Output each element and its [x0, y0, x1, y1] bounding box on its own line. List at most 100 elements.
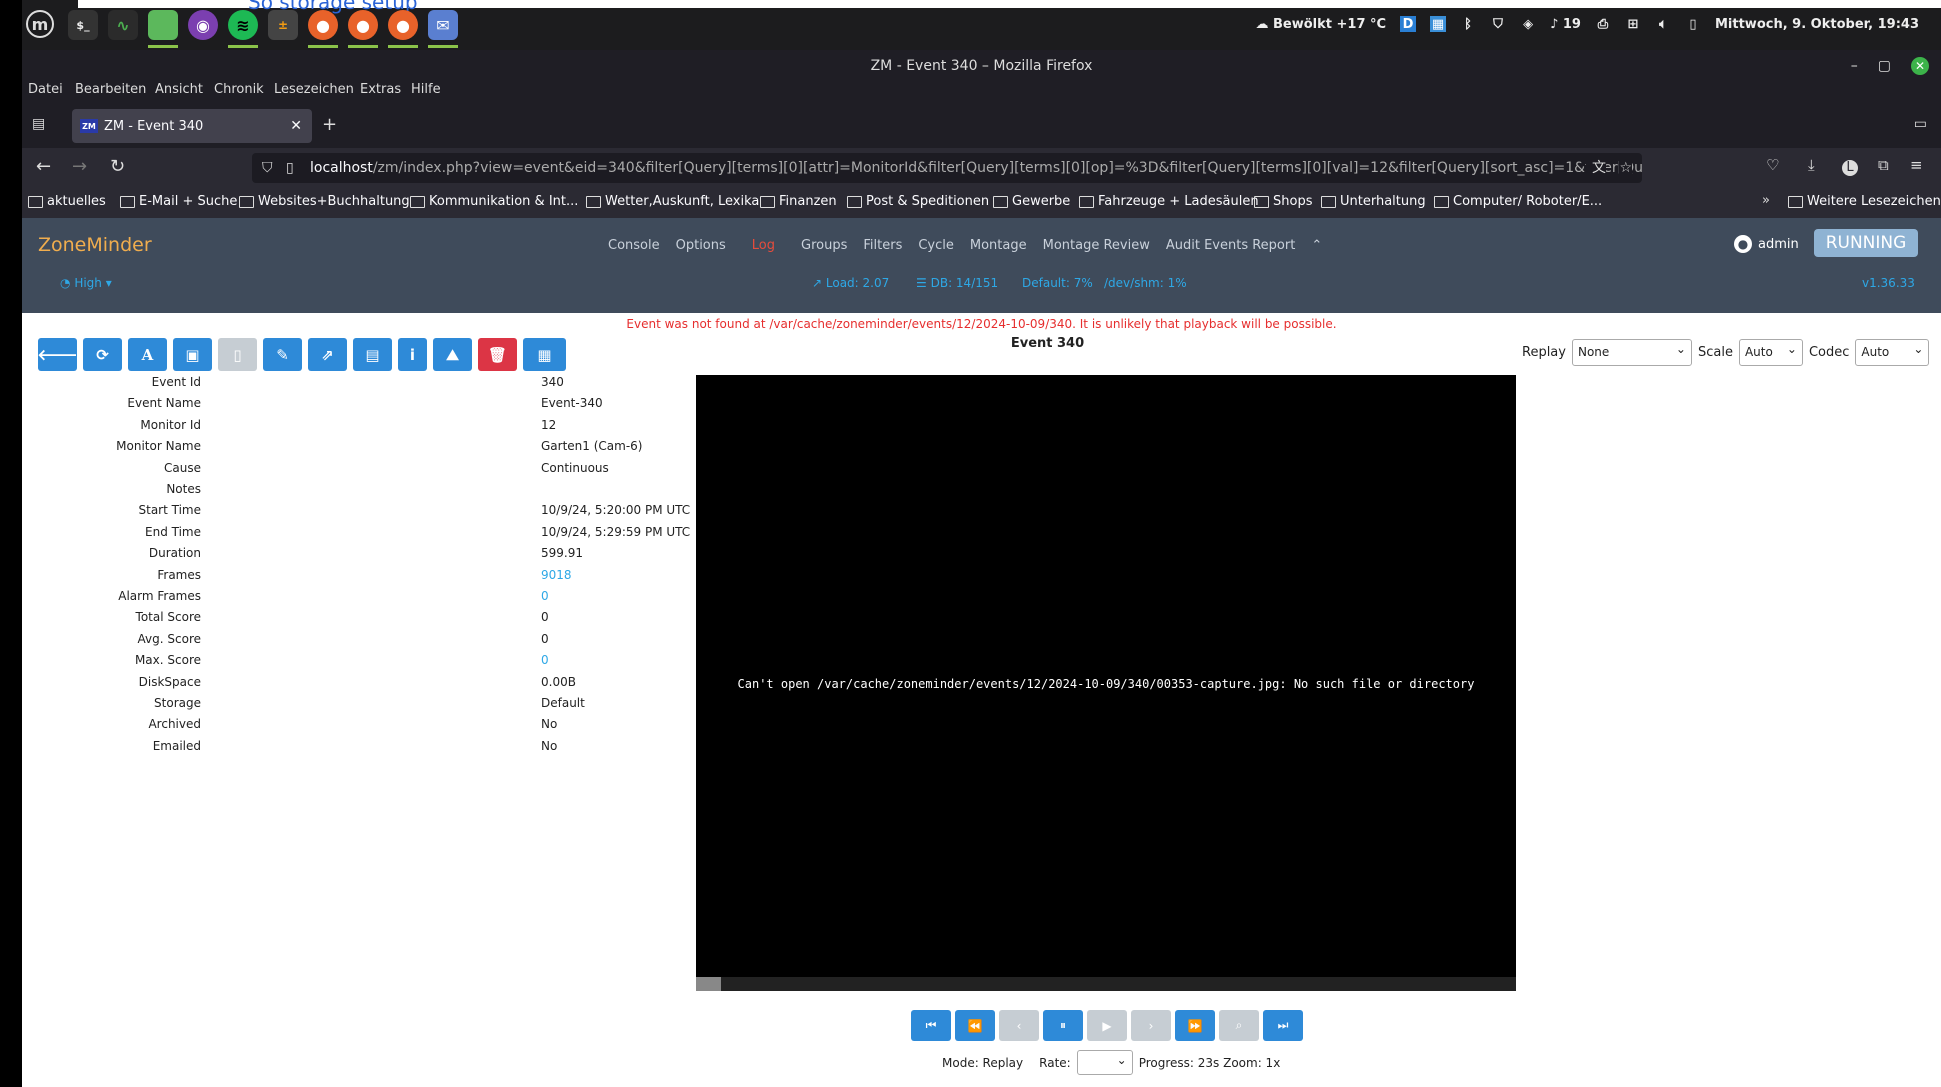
- archive-button[interactable]: ▣: [173, 338, 212, 371]
- bookmark-folder[interactable]: Wetter,Auskunft, Lexika: [586, 194, 759, 209]
- play-button[interactable]: ▶: [1087, 1010, 1127, 1041]
- nav-groups[interactable]: Groups: [801, 238, 847, 253]
- forward-icon[interactable]: →: [72, 156, 87, 177]
- shield-icon[interactable]: ⛉: [1490, 16, 1506, 32]
- menu-datei[interactable]: Datei: [28, 82, 63, 97]
- detail-value[interactable]: 9018: [541, 568, 572, 582]
- menu-ansicht[interactable]: Ansicht: [155, 82, 203, 97]
- mint-menu-icon[interactable]: m: [26, 10, 54, 38]
- bookmark-folder[interactable]: Computer/ Roboter/E...: [1434, 194, 1602, 209]
- frames-button[interactable]: ⛰: [433, 338, 472, 371]
- menu-chronik[interactable]: Chronik: [214, 82, 264, 97]
- bookmark-folder[interactable]: aktuelles: [28, 194, 106, 209]
- refresh-button[interactable]: ⟳: [83, 338, 122, 371]
- bookmark-folder[interactable]: Shops: [1254, 194, 1312, 209]
- nav-audit-events-report[interactable]: Audit Events Report: [1166, 238, 1295, 253]
- zoom-out-button[interactable]: ⌕: [1219, 1010, 1259, 1041]
- minimize-icon[interactable]: –: [1851, 54, 1858, 78]
- firefox-icon[interactable]: ●: [308, 10, 338, 48]
- extensions-icon[interactable]: ⧉: [1878, 156, 1889, 174]
- nav-cycle[interactable]: Cycle: [918, 238, 954, 253]
- edit-button[interactable]: ✎: [263, 338, 302, 371]
- info-button[interactable]: i: [398, 338, 427, 371]
- weather-widget[interactable]: ☁ Bewölkt +17 °C: [1255, 17, 1386, 32]
- download-icon[interactable]: ⤓: [1808, 156, 1815, 174]
- codec-select[interactable]: Auto: [1855, 337, 1930, 366]
- pocket-icon[interactable]: ♡: [1766, 156, 1779, 174]
- default-storage-status[interactable]: Default: 7%: [1022, 276, 1093, 290]
- bookmark-folder[interactable]: Websites+Buchhaltung: [239, 194, 410, 209]
- close-tab-icon[interactable]: ✕: [290, 118, 302, 134]
- nav-montage-review[interactable]: Montage Review: [1043, 238, 1150, 253]
- video-player[interactable]: Can't open /var/cache/zoneminder/events/…: [696, 375, 1516, 991]
- rename-button[interactable]: A: [128, 338, 167, 371]
- bookmark-folder[interactable]: E-Mail + Suche: [120, 194, 237, 209]
- replay-select[interactable]: None: [1571, 337, 1692, 366]
- collapse-chevron-up-icon[interactable]: ⌃: [1311, 238, 1322, 253]
- bookmark-folder-more[interactable]: Weitere Lesezeichen: [1788, 194, 1941, 209]
- user-menu[interactable]: ● admin: [1734, 235, 1799, 253]
- scale-select[interactable]: Auto: [1738, 337, 1803, 366]
- calculator-icon[interactable]: ±: [268, 10, 298, 40]
- nav-montage[interactable]: Montage: [970, 238, 1027, 253]
- bluetooth-icon[interactable]: ᛒ: [1460, 16, 1476, 32]
- app-tray-icon[interactable]: ▦: [1430, 16, 1447, 32]
- docs-icon[interactable]: D: [1400, 16, 1417, 32]
- nav-console[interactable]: Console: [608, 238, 660, 253]
- reload-icon[interactable]: ↻: [110, 156, 125, 177]
- unarchive-button[interactable]: ▯: [218, 338, 257, 371]
- hamburger-menu-icon[interactable]: ≡: [1910, 156, 1923, 174]
- notifications[interactable]: ♪ 19: [1550, 17, 1581, 32]
- tab-overview-icon[interactable]: ▤: [32, 116, 45, 132]
- export-button[interactable]: ⇗: [308, 338, 347, 371]
- nvidia-icon[interactable]: ◈: [1520, 16, 1536, 32]
- nav-options[interactable]: Options: [676, 238, 726, 253]
- bookmark-folder[interactable]: Post & Speditionen: [847, 194, 989, 209]
- clock[interactable]: Mittwoch, 9. Oktober, 19:43: [1715, 17, 1919, 32]
- firefox-icon[interactable]: ●: [388, 10, 418, 48]
- bookmark-star-icon[interactable]: ☆: [1619, 153, 1632, 183]
- clipboard-icon[interactable]: ▯: [1685, 16, 1701, 32]
- video-progress-bar[interactable]: [696, 977, 1516, 991]
- shield-icon[interactable]: ⛉: [262, 153, 273, 183]
- detail-value[interactable]: 0: [541, 653, 549, 667]
- close-icon[interactable]: ✕: [1911, 57, 1929, 75]
- spotify-icon[interactable]: ≋: [228, 10, 258, 48]
- back-icon[interactable]: ←: [36, 156, 51, 177]
- step-forward-button[interactable]: ›: [1131, 1010, 1171, 1041]
- bookmark-folder[interactable]: Finanzen: [760, 194, 837, 209]
- network-icon[interactable]: ⊞: [1625, 16, 1641, 32]
- maximize-icon[interactable]: ▢: [1878, 54, 1891, 78]
- step-back-button[interactable]: ‹: [999, 1010, 1039, 1041]
- delete-button[interactable]: 🗑︎: [478, 338, 517, 371]
- page-icon[interactable]: ▯: [286, 153, 294, 183]
- account-icon[interactable]: L: [1842, 160, 1858, 176]
- download-button[interactable]: ▤: [353, 338, 392, 371]
- system-monitor-icon[interactable]: ∿: [108, 10, 138, 40]
- next-event-button[interactable]: ⏭: [1263, 1010, 1303, 1041]
- new-tab-icon[interactable]: +: [322, 114, 337, 135]
- shm-status[interactable]: /dev/shm: 1%: [1104, 276, 1187, 290]
- podcast-icon[interactable]: ◉: [188, 10, 218, 40]
- nav-filters[interactable]: Filters: [863, 238, 902, 253]
- terminal-icon[interactable]: $_: [68, 10, 98, 40]
- bandwidth-dropdown[interactable]: ◔ High ▾: [60, 276, 112, 290]
- zm-brand-link[interactable]: ZoneMinder: [38, 234, 152, 256]
- detail-value[interactable]: 0: [541, 589, 549, 603]
- url-bar[interactable]: ⛉ ▯ localhost/zm/index.php?view=event&ei…: [252, 153, 1642, 183]
- files-icon[interactable]: [148, 10, 178, 48]
- bookmark-folder[interactable]: Unterhaltung: [1321, 194, 1426, 209]
- list-tabs-icon[interactable]: ▭: [1914, 116, 1927, 132]
- montage-button[interactable]: ▦: [523, 338, 566, 371]
- volume-icon[interactable]: 🔈︎: [1655, 16, 1671, 32]
- nav-log[interactable]: Log: [752, 238, 775, 253]
- bookmark-folder[interactable]: Kommunikation & Int...: [410, 194, 578, 209]
- bookmark-folder[interactable]: Fahrzeuge + Ladesäulen: [1079, 194, 1259, 209]
- rate-select[interactable]: [1076, 1048, 1133, 1075]
- printer-icon[interactable]: ⎙: [1595, 16, 1611, 32]
- first-event-button[interactable]: ⏮: [911, 1010, 951, 1041]
- mail-icon[interactable]: ✉: [428, 10, 458, 48]
- menu-lesezeichen[interactable]: Lesezeichen: [274, 82, 354, 97]
- fast-forward-button[interactable]: ⏩: [1175, 1010, 1215, 1041]
- menu-hilfe[interactable]: Hilfe: [411, 82, 441, 97]
